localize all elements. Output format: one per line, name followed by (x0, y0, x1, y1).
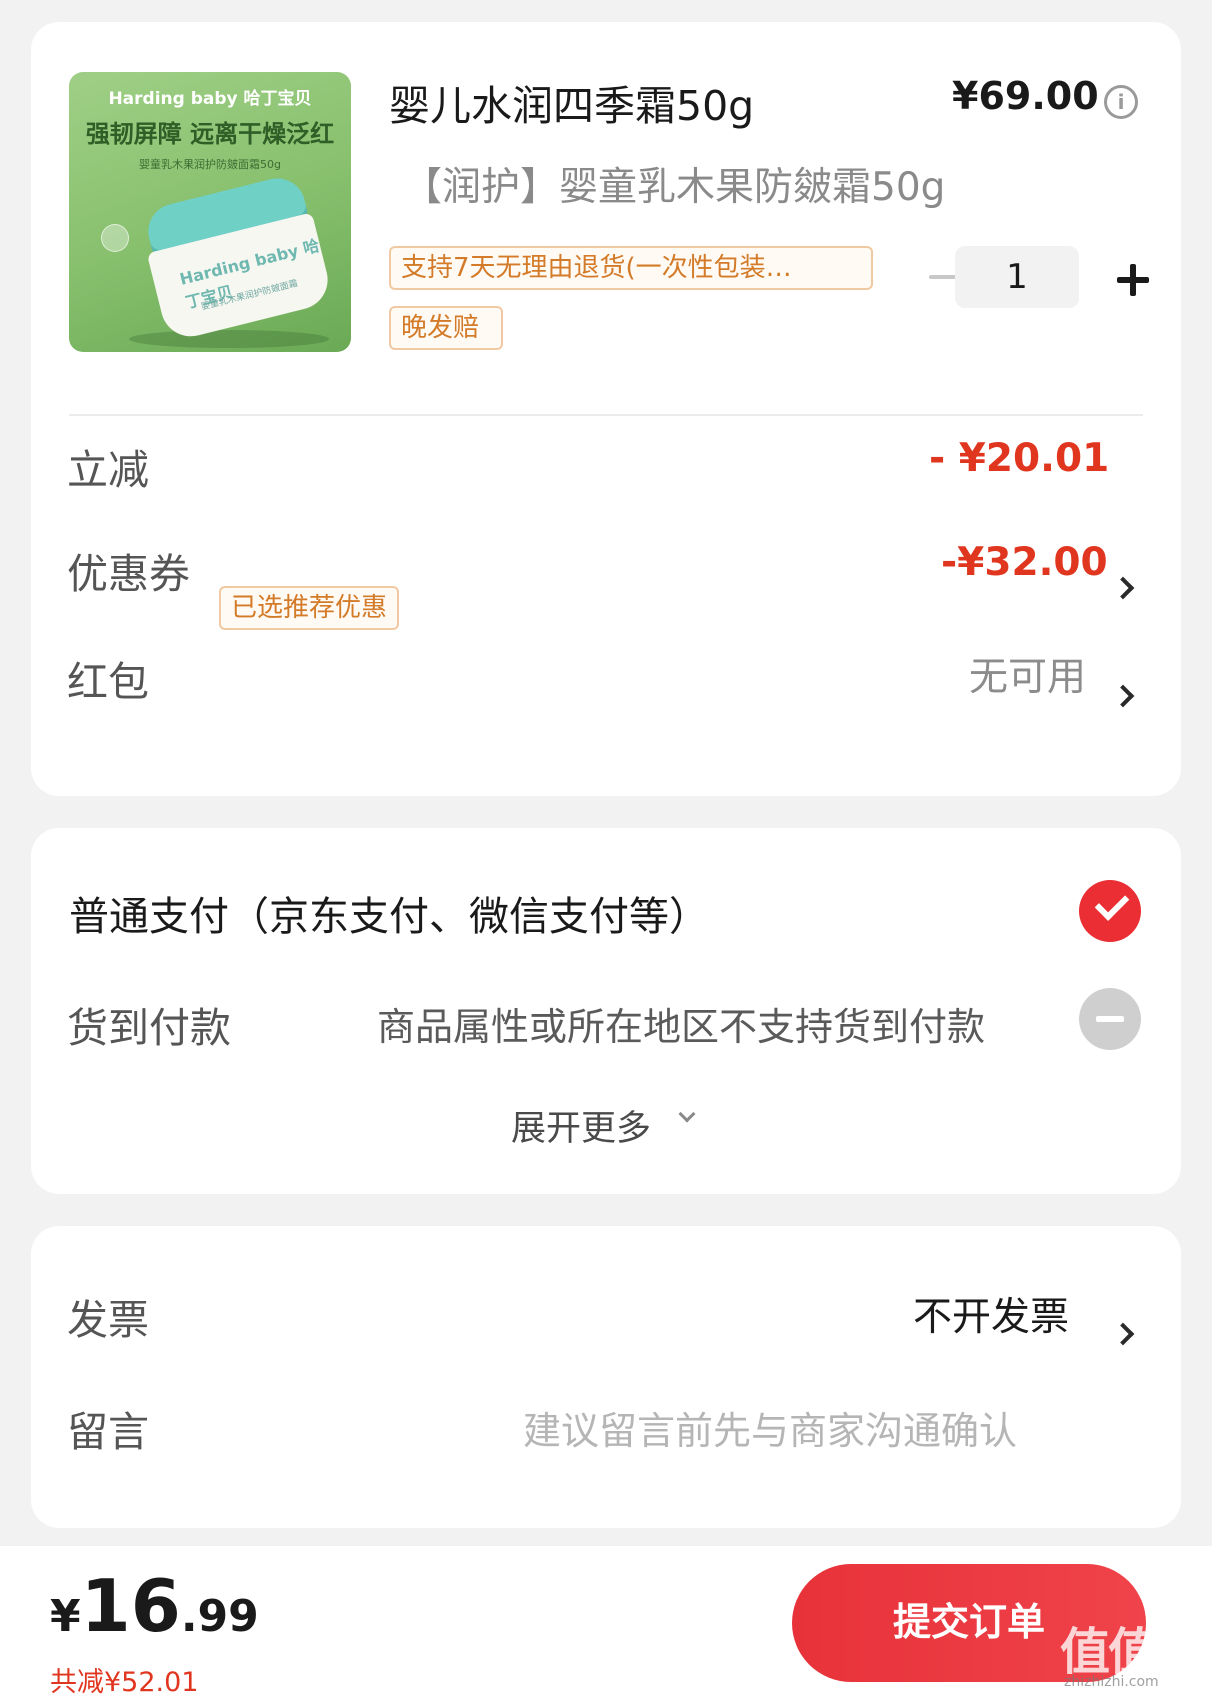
total-price: ¥16.99 (50, 1564, 259, 1648)
message-label: 留言 (67, 1408, 149, 1456)
payment-cod-note: 商品属性或所在地区不支持货到付款 (377, 1005, 986, 1049)
product-price: ¥69.00 (952, 74, 1099, 118)
return-policy-tag[interactable]: 支持7天无理由退货(一次性包装… (389, 246, 873, 290)
divider (69, 414, 1143, 416)
total-savings: 共减¥52.01 (50, 1667, 199, 1698)
product-image-subline: 婴童乳木果润护防皴面霜50g (139, 158, 281, 171)
instant-discount-value: - ¥20.01 (929, 436, 1110, 481)
cream-jar-illustration: Harding baby 哈丁宝贝 婴童乳木果润护防皴面霜 (137, 172, 336, 349)
late-delivery-tag[interactable]: 晚发赔 (389, 306, 503, 350)
product-image-tagline: 强韧屏障 远离干燥泛红 (85, 120, 335, 148)
payment-cod-label: 货到付款 (67, 1004, 231, 1052)
invoice-label: 发票 (67, 1296, 149, 1344)
red-packet-value: 无可用 (969, 655, 1087, 700)
expand-more-label: 展开更多 (511, 1109, 652, 1149)
disabled-option-icon (1079, 988, 1141, 1050)
coupon-label: 优惠券 (67, 550, 190, 598)
invoice-value: 不开发票 (913, 1295, 1070, 1340)
message-input[interactable]: 建议留言前先与商家沟通确认 (523, 1400, 1017, 1455)
product-spec[interactable]: 【润护】婴童乳木果防皴霜50g (403, 156, 945, 212)
order-product-card: Harding baby 哈丁宝贝 强韧屏障 远离干燥泛红 婴童乳木果润护防皴面… (31, 22, 1181, 796)
product-image[interactable]: Harding baby 哈丁宝贝 强韧屏障 远离干燥泛红 婴童乳木果润护防皴面… (69, 72, 351, 352)
site-watermark-url: zhizhizhi.com (1064, 1674, 1159, 1690)
chevron-right-icon (1111, 684, 1135, 708)
invoice-message-card: 发票 不开发票 留言 建议留言前先与商家沟通确认 (31, 1226, 1181, 1528)
chevron-right-icon (1111, 1322, 1135, 1346)
instant-discount-label: 立减 (67, 446, 149, 494)
coupon-recommended-badge: 已选推荐优惠 (219, 586, 400, 630)
product-image-brand: Harding baby 哈丁宝贝 (108, 89, 312, 109)
payment-method-card: 普通支付（京东支付、微信支付等） 货到付款 商品属性或所在地区不支持货到付款 展… (31, 828, 1181, 1194)
coupon-value: -¥32.00 (941, 540, 1108, 585)
info-icon[interactable]: i (1104, 85, 1138, 119)
payment-normal-label: 普通支付（京东支付、微信支付等） (69, 894, 709, 940)
total-integer: 16 (80, 1564, 181, 1648)
currency-symbol: ¥ (50, 1591, 81, 1642)
total-decimal: .99 (180, 1591, 259, 1642)
checkout-bottom-bar: ¥16.99 共减¥52.01 提交订单 (0, 1546, 1212, 1701)
chevron-right-icon (1111, 576, 1135, 600)
red-packet-label: 红包 (67, 658, 149, 706)
water-drop-decoration (101, 224, 129, 252)
product-title[interactable]: 婴儿水润四季霜50g (389, 72, 754, 132)
quantity-input[interactable]: 1 (955, 246, 1079, 308)
chevron-down-icon (678, 1105, 696, 1123)
check-selected-icon[interactable] (1079, 880, 1141, 942)
quantity-increase-button[interactable] (1117, 264, 1149, 296)
